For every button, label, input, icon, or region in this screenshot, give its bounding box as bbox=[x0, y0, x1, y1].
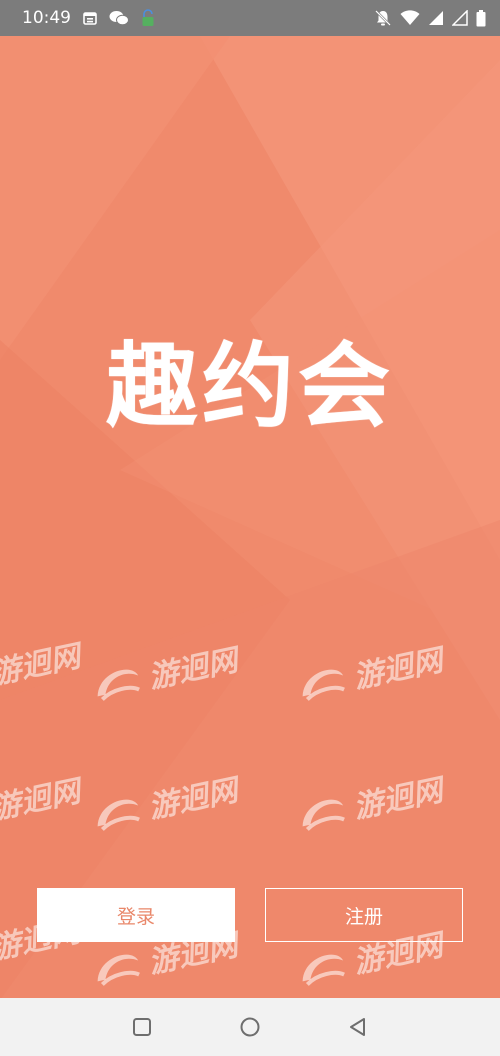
square-recents-icon[interactable] bbox=[128, 1013, 156, 1041]
register-button[interactable]: 注册 bbox=[265, 888, 463, 942]
signal-icon bbox=[428, 10, 444, 26]
calendar-icon bbox=[83, 11, 97, 25]
app-title: 趣约会 bbox=[105, 333, 394, 440]
status-time: 10:49 bbox=[22, 8, 71, 28]
wechat-icon bbox=[109, 10, 129, 26]
login-button[interactable]: 登录 bbox=[37, 888, 235, 942]
system-nav-bar bbox=[0, 998, 500, 1056]
circle-home-icon[interactable] bbox=[236, 1013, 264, 1041]
splash-screen: 游迥网 游迥网 游迥网 游迥网 游迥网 游迥网 游迥网 游迥网 游迥网 bbox=[0, 0, 500, 1056]
battery-icon bbox=[476, 9, 486, 27]
wifi-icon bbox=[400, 10, 420, 26]
status-bar: 10:49 bbox=[0, 0, 500, 36]
bell-muted-icon bbox=[374, 9, 392, 27]
lock-app-icon bbox=[141, 9, 155, 27]
triangle-back-icon[interactable] bbox=[344, 1013, 372, 1041]
signal-empty-icon bbox=[452, 10, 468, 26]
